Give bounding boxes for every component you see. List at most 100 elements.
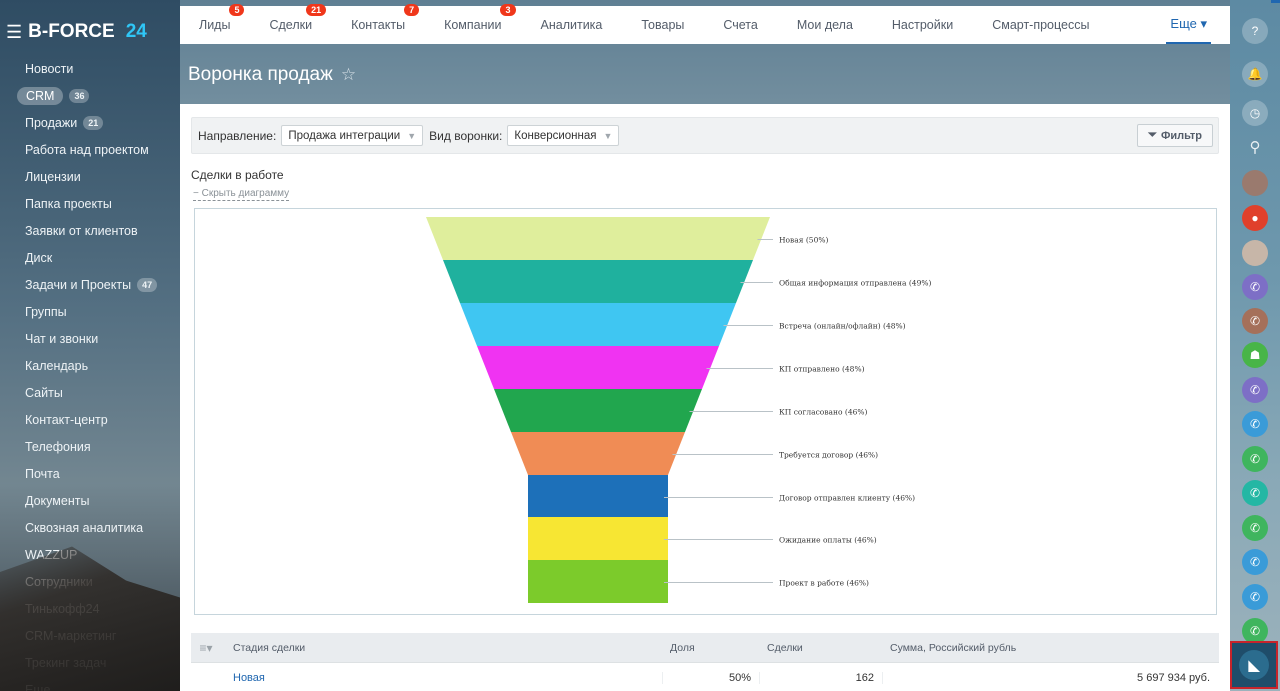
sidebar-item[interactable]: Папка проекты bbox=[0, 191, 180, 218]
sidebar-item[interactable]: Диск bbox=[0, 245, 180, 272]
sidebar-count-badge: 21 bbox=[83, 116, 104, 130]
sidebar-item-label: Тинькофф24 bbox=[25, 602, 100, 616]
sidebar-item[interactable]: Сквозная аналитика bbox=[0, 515, 180, 542]
avatar[interactable]: ● bbox=[1242, 205, 1268, 231]
sidebar-item[interactable]: Еще bbox=[0, 677, 180, 691]
sidebar-item[interactable]: Сотрудники bbox=[0, 569, 180, 596]
nav-item[interactable]: Настройки bbox=[873, 6, 973, 44]
col-share[interactable]: Доля bbox=[662, 642, 759, 654]
phone-chat-icon[interactable]: ✆ bbox=[1242, 308, 1268, 334]
search-icon[interactable]: ⚲ bbox=[1242, 134, 1268, 160]
phone-chat-icon[interactable]: ✆ bbox=[1242, 480, 1268, 506]
view-value: Конверсионная bbox=[514, 129, 597, 142]
app-logo[interactable]: ☰ B-FORCE 24 bbox=[6, 20, 147, 44]
nav-more-button[interactable]: Еще ▾ bbox=[1166, 6, 1211, 44]
col-stage[interactable]: Стадия сделки bbox=[221, 642, 662, 654]
nav-item[interactable]: Счета bbox=[704, 6, 777, 44]
sidebar-item[interactable]: Заявки от клиентов bbox=[0, 218, 180, 245]
main-panel: Направление: Продажа интеграции ▼ Вид во… bbox=[180, 104, 1230, 691]
nav-counter-badge: 21 bbox=[306, 4, 327, 16]
sidebar-item-label: Работа над проектом bbox=[25, 143, 149, 157]
nav-item[interactable]: Лиды 5 bbox=[180, 4, 250, 44]
funnel-stage-label: Встреча (онлайн/офлайн) (48%) bbox=[779, 322, 906, 331]
col-sum[interactable]: Сумма, Российский рубль bbox=[882, 642, 1219, 654]
sidebar-item[interactable]: Почта bbox=[0, 461, 180, 488]
bell-icon[interactable]: 🔔 bbox=[1242, 61, 1268, 87]
chevron-down-icon: ▼ bbox=[603, 130, 613, 141]
nav-item-label: Контакты bbox=[351, 18, 406, 32]
nav-item-label: Лиды bbox=[199, 18, 231, 32]
phone-chat-icon[interactable]: ✆ bbox=[1242, 411, 1268, 437]
phone-chat-icon[interactable]: ✆ bbox=[1242, 377, 1268, 403]
sidebar-item[interactable]: CRM-маркетинг bbox=[0, 623, 180, 650]
funnel-svg: Новая (50%) Общая информация отправлена (… bbox=[426, 217, 931, 603]
phone-chat-icon[interactable]: ✆ bbox=[1242, 515, 1268, 541]
nav-item[interactable]: Мои дела bbox=[778, 6, 873, 44]
sidebar-item[interactable]: Трекинг задач bbox=[0, 650, 180, 677]
sidebar-item[interactable]: Задачи и Проекты 47 bbox=[0, 272, 180, 299]
nav-item[interactable]: Аналитика bbox=[522, 6, 623, 44]
cell-sum: 5 697 934 руб. bbox=[882, 672, 1219, 684]
app-name: B-FORCE bbox=[28, 21, 115, 42]
phone-chat-icon[interactable]: ✆ bbox=[1242, 584, 1268, 610]
sidebar-item[interactable]: Сайты bbox=[0, 380, 180, 407]
phone-chat-icon[interactable]: ✆ bbox=[1242, 549, 1268, 575]
sidebar-item-label: Календарь bbox=[25, 359, 89, 373]
table-row: Новая 50% 162 5 697 934 руб. bbox=[191, 663, 1219, 691]
sidebar-item[interactable]: Документы bbox=[0, 488, 180, 515]
funnel-stage-label: КП согласовано (46%) bbox=[779, 408, 868, 417]
nav-counter-badge: 5 bbox=[229, 4, 245, 16]
nav-item[interactable]: Сделки 21 bbox=[250, 4, 332, 44]
nav-items: Лиды 5 Сделки 21 Контакты 7 Компании 3 Аналитика… bbox=[180, 4, 1109, 44]
sidebar-item[interactable]: Телефония bbox=[0, 434, 180, 461]
sidebar-item[interactable]: Лицензии bbox=[0, 164, 180, 191]
sidebar-item[interactable]: CRM 36 bbox=[0, 83, 180, 110]
sidebar-item-label: WAZZUP bbox=[25, 548, 78, 562]
view-select[interactable]: Конверсионная ▼ bbox=[507, 125, 620, 146]
sidebar-item[interactable]: Продажи 21 bbox=[0, 110, 180, 137]
funnel-stage-label: Ожидание оплаты (46%) bbox=[779, 536, 877, 545]
hide-chart-link[interactable]: − Скрыть диаграмму bbox=[193, 188, 290, 201]
direction-select[interactable]: Продажа интеграции ▼ bbox=[281, 125, 424, 146]
col-deals[interactable]: Сделки bbox=[759, 642, 882, 654]
app-version: 24 bbox=[125, 21, 147, 42]
sidebar-item[interactable]: Календарь bbox=[0, 353, 180, 380]
stage-link[interactable]: Новая bbox=[233, 672, 265, 684]
filter-button[interactable]: ⏷ Фильтр bbox=[1137, 124, 1213, 147]
sidebar-item-label: Сквозная аналитика bbox=[25, 521, 144, 535]
cell-deals: 162 bbox=[759, 672, 882, 684]
menu-icon[interactable]: ☰ bbox=[6, 22, 22, 43]
selected-chat[interactable]: ◣ bbox=[1230, 641, 1278, 689]
filter-button-label: Фильтр bbox=[1160, 129, 1202, 142]
sidebar-item[interactable]: Работа над проектом bbox=[0, 137, 180, 164]
funnel-stage-label: Новая (50%) bbox=[779, 236, 828, 245]
direction-label: Направление: bbox=[198, 128, 277, 143]
clock-icon[interactable]: ◷ bbox=[1242, 100, 1268, 126]
avatar[interactable] bbox=[1242, 170, 1268, 196]
nav-item[interactable]: Компании 3 bbox=[425, 4, 521, 44]
avatar[interactable] bbox=[1242, 240, 1268, 266]
help-icon[interactable]: ? bbox=[1242, 18, 1268, 44]
android-icon[interactable]: ☗ bbox=[1242, 342, 1268, 368]
phone-chat-icon[interactable]: ✆ bbox=[1242, 446, 1268, 472]
sidebar-item[interactable]: Чат и звонки bbox=[0, 326, 180, 353]
sidebar-item[interactable]: Новости bbox=[0, 56, 180, 83]
phone-chat-icon[interactable]: ✆ bbox=[1242, 274, 1268, 300]
nav-item-label: Аналитика bbox=[540, 18, 603, 32]
page-title: Воронка продаж bbox=[188, 64, 333, 85]
star-icon[interactable]: ☆ bbox=[341, 65, 356, 85]
nav-item[interactable]: Товары bbox=[622, 6, 704, 44]
sidebar-item-label: Телефония bbox=[25, 440, 91, 454]
chat-logo-icon: ◣ bbox=[1239, 650, 1269, 680]
funnel-segment bbox=[426, 217, 770, 260]
nav-item-label: Компании bbox=[444, 18, 502, 32]
columns-menu-icon[interactable]: ≡▾ bbox=[191, 641, 221, 655]
nav-item[interactable]: Контакты 7 bbox=[332, 4, 425, 44]
sidebar-item[interactable]: WAZZUP bbox=[0, 542, 180, 569]
sidebar-item-label: Задачи и Проекты bbox=[25, 278, 132, 292]
sidebar-item[interactable]: Контакт-центр bbox=[0, 407, 180, 434]
sidebar-item[interactable]: Группы bbox=[0, 299, 180, 326]
sidebar-item[interactable]: Тинькофф24 bbox=[0, 596, 180, 623]
nav-item[interactable]: Смарт-процессы bbox=[973, 6, 1109, 44]
sidebar-count-badge: 36 bbox=[69, 89, 90, 103]
